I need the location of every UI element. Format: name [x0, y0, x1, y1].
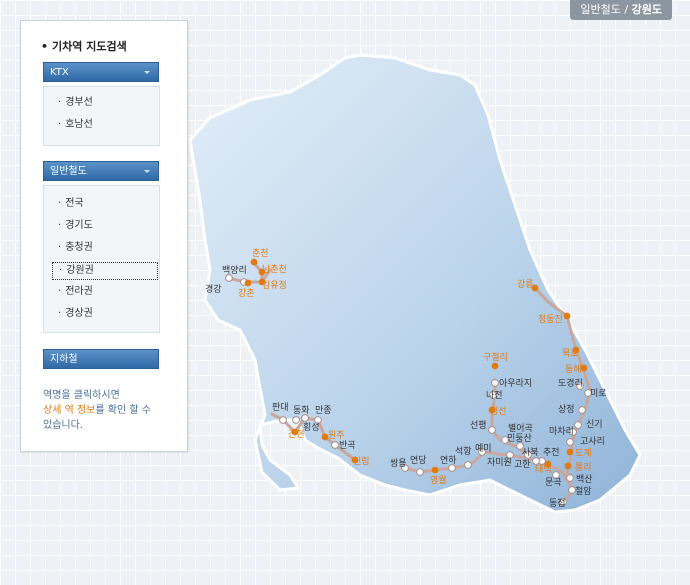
ktx-button[interactable]: KTX — [43, 62, 159, 82]
station-label[interactable]: 철암 — [575, 485, 592, 497]
station-label[interactable]: 미로 — [590, 388, 607, 399]
chevron-down-icon — [144, 71, 150, 74]
station-label[interactable]: 고한 — [514, 459, 531, 470]
station-label[interactable]: 태백 — [535, 464, 552, 475]
general-rail-button[interactable]: 일반철도 — [43, 161, 159, 181]
general-rail-label: 일반철도 — [50, 166, 87, 177]
general-rail-submenu: 전국 경기도 충청권 강원권 전라권 경상권 — [43, 185, 160, 333]
info-line3: 있습니다. — [43, 420, 83, 431]
station-label[interactable]: 신림 — [353, 455, 370, 467]
info-line1: 역명을 클릭하시면 — [43, 390, 120, 401]
station-label[interactable]: 추전 — [543, 447, 560, 458]
station-label[interactable]: 간현 — [288, 429, 305, 440]
station-label[interactable]: 아우라지 — [499, 378, 532, 389]
station-label[interactable]: 사북 — [522, 447, 539, 458]
station-label[interactable]: 동점 — [549, 497, 566, 509]
station-label[interactable]: 예미 — [475, 443, 492, 454]
ktx-item-honam[interactable]: 호남선 — [52, 117, 156, 133]
info-line2: 상세 역 정보를 확인 할 수 — [43, 403, 151, 418]
station-label[interactable]: 석항 — [455, 446, 472, 457]
station-label[interactable]: 동화 — [293, 405, 310, 416]
station-label[interactable]: 연당 — [410, 455, 427, 466]
region-item-nationwide[interactable]: 전국 — [52, 196, 156, 212]
station-label[interactable]: 자미원 — [487, 457, 512, 468]
region-item-jeolla[interactable]: 전라권 — [52, 284, 156, 300]
station-label[interactable]: 마차리 — [549, 425, 574, 437]
station-label[interactable]: 백산 — [576, 474, 593, 485]
station-label[interactable]: 만종 — [315, 405, 332, 416]
station-label[interactable]: 통리 — [575, 462, 592, 473]
station-label[interactable]: 영월 — [430, 474, 447, 486]
station-label[interactable]: 선평 — [470, 420, 487, 431]
station-label[interactable]: 춘천 — [252, 248, 269, 259]
station-label[interactable]: 반곡 — [339, 440, 356, 451]
station-label[interactable]: 연하 — [440, 455, 457, 466]
station-label[interactable]: 남춘천 — [262, 264, 287, 275]
station-label[interactable]: 동해 — [565, 364, 582, 375]
station-label[interactable]: 경강 — [205, 283, 222, 295]
subway-label: 지하철 — [50, 354, 78, 365]
station-label[interactable]: 횡성 — [303, 421, 320, 433]
info-text: 역명을 클릭하시면 상세 역 정보를 확인 할 수 있습니다. — [43, 388, 151, 433]
station-label[interactable]: 쌍용 — [390, 458, 407, 469]
station-label[interactable]: 신기 — [586, 419, 603, 430]
station-label[interactable]: 도경리 — [558, 377, 583, 389]
station-label[interactable]: 강촌 — [238, 288, 255, 299]
station-label[interactable]: 원주 — [328, 430, 345, 441]
ktx-label: KTX — [50, 67, 69, 78]
ktx-item-gyeongbu[interactable]: 경부선 — [52, 95, 156, 111]
region-item-gyeonggi[interactable]: 경기도 — [52, 218, 156, 234]
station-label[interactable]: 강릉 — [517, 279, 534, 290]
station-label[interactable]: 구절리 — [483, 351, 508, 363]
info-line2-rest: 를 확인 할 수 — [95, 405, 151, 416]
station-label[interactable]: 정선 — [490, 406, 507, 417]
subway-button[interactable]: 지하철 — [43, 349, 159, 369]
station-label[interactable]: 판대 — [272, 402, 289, 413]
station-label[interactable]: 묵호 — [562, 348, 579, 359]
station-label[interactable]: 별어곡 — [508, 423, 533, 434]
station-label[interactable]: 김유정 — [262, 279, 287, 291]
station-label[interactable]: 고사리 — [580, 436, 605, 447]
station-label[interactable]: 민둥산 — [507, 433, 532, 444]
region-item-gyeongsang[interactable]: 경상권 — [52, 306, 156, 322]
region-item-gangwon[interactable]: 강원권 — [52, 262, 158, 280]
chevron-down-icon — [144, 170, 150, 173]
station-label[interactable]: 나전 — [486, 390, 503, 401]
station-label[interactable]: 문곡 — [545, 477, 562, 488]
region-item-chungcheong[interactable]: 충청권 — [52, 240, 156, 256]
station-label[interactable]: 백양리 — [222, 265, 247, 276]
station-label[interactable]: 상정 — [558, 404, 575, 415]
station-label[interactable]: 도계 — [575, 447, 592, 459]
ktx-submenu: 경부선 호남선 — [43, 86, 160, 146]
station-search-panel: 기차역 지도검색 KTX 경부선 호남선 일반철도 전국 경기도 충청권 강원권… — [20, 20, 188, 452]
station-label[interactable]: 정동진 — [538, 314, 563, 325]
info-highlight: 상세 역 정보 — [43, 405, 96, 416]
panel-title: 기차역 지도검색 — [41, 38, 127, 54]
